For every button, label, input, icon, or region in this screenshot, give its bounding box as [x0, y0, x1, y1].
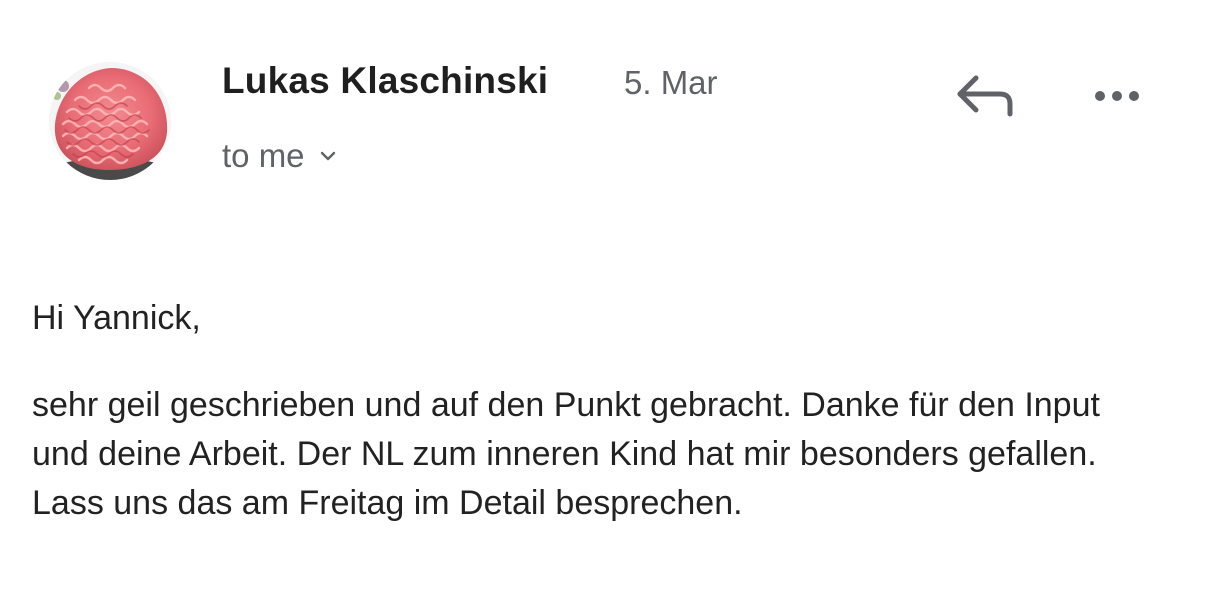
recipient-details-toggle[interactable]: to me: [222, 136, 337, 176]
email-header: Lukas Klaschinski 5. Mar to me: [0, 0, 1206, 200]
reply-arrow-icon: [957, 75, 1013, 117]
email-greeting: Hi Yannick,: [32, 299, 201, 337]
recipient-label: to me: [222, 137, 305, 174]
chevron-down-icon: [319, 149, 337, 167]
avatar-photo-icon: [49, 62, 171, 180]
more-horizontal-icon: [1095, 91, 1139, 101]
email-date: 5. Mar: [624, 64, 718, 101]
email-message: sehr geil geschrieben und auf den Punkt …: [32, 386, 1100, 522]
email-body: Hi Yannick, sehr geil geschrieben und au…: [32, 294, 1182, 528]
sender-name[interactable]: Lukas Klaschinski: [222, 60, 548, 102]
sender-avatar[interactable]: [49, 62, 171, 180]
reply-button[interactable]: [950, 66, 1020, 122]
more-options-button[interactable]: [1088, 76, 1148, 116]
